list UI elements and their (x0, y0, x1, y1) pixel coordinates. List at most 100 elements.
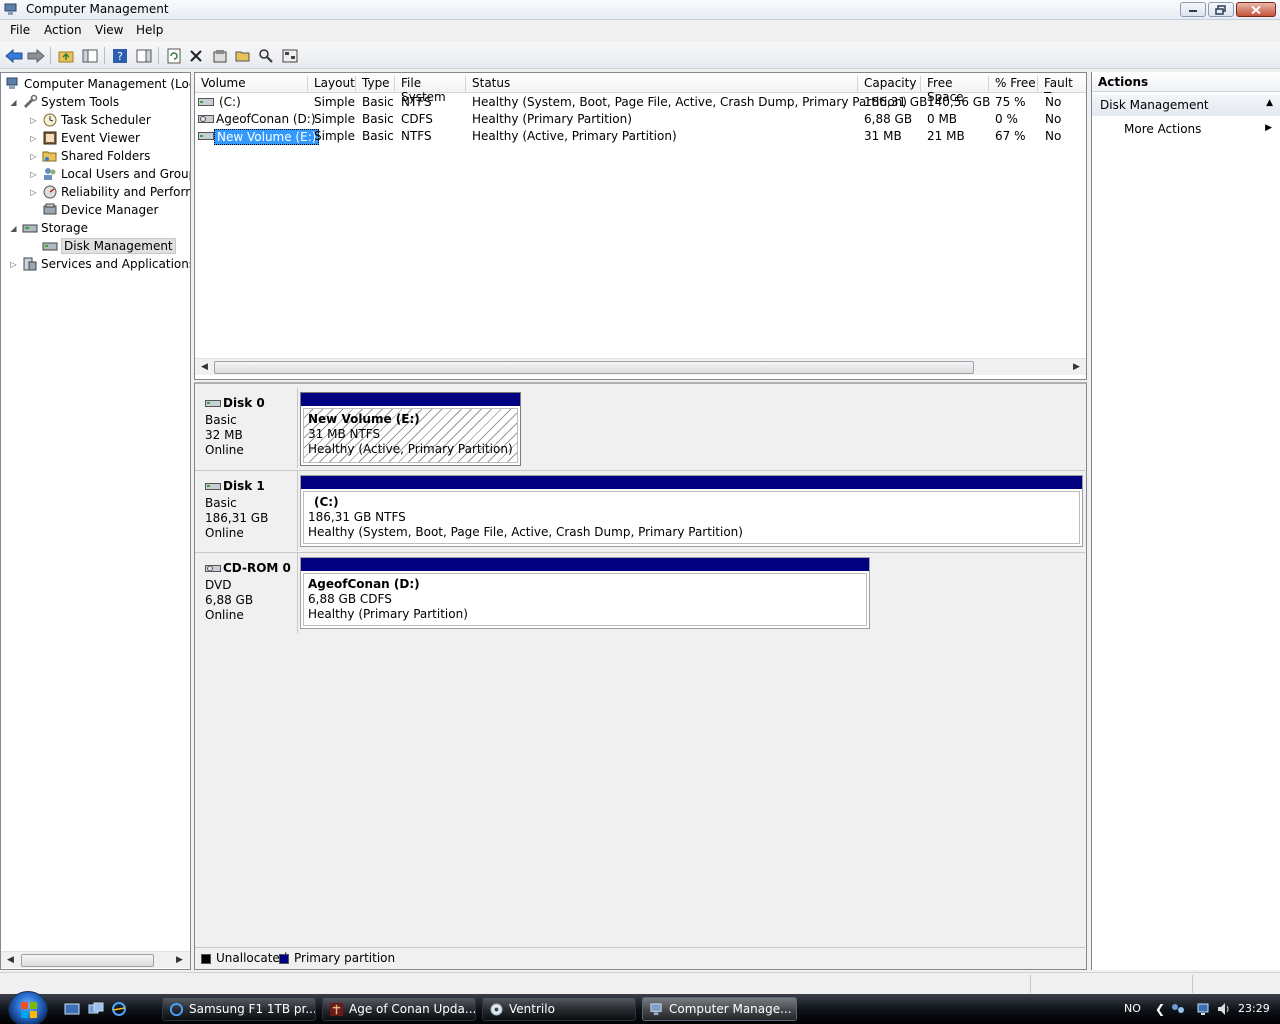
tree-node-root[interactable]: Computer Management (Local (5, 75, 191, 93)
close-button[interactable] (1236, 2, 1276, 17)
scroll-right-arrow-icon[interactable]: ▶ (1073, 362, 1080, 372)
actions-section-disk-management[interactable]: Disk Management ▲ (1092, 94, 1280, 116)
help-button[interactable]: ? (110, 46, 130, 66)
column-header-file-system[interactable]: File System (395, 76, 466, 104)
column-header-percent-free[interactable]: % Free (989, 76, 1038, 93)
tree-node-label: Computer Management (Local (24, 77, 191, 91)
column-header-status[interactable]: Status (466, 76, 858, 93)
expand-arrow-icon[interactable]: ▷ (29, 188, 38, 197)
language-indicator[interactable]: NO (1124, 1002, 1141, 1015)
scroll-right-arrow-icon[interactable]: ▶ (176, 955, 183, 965)
clock[interactable]: 23:29 (1238, 1002, 1270, 1015)
more-actions-link[interactable]: More Actions (1124, 122, 1201, 136)
show-hide-tree-button[interactable] (80, 46, 100, 66)
partition[interactable]: AgeofConan (D:) 6,88 GB CDFS Healthy (Pr… (300, 557, 870, 629)
primary-partition-bar (301, 393, 520, 406)
refresh-button[interactable] (164, 46, 184, 66)
menu-action[interactable]: Action (44, 23, 82, 37)
users-icon (44, 168, 56, 180)
rescan-button[interactable] (256, 46, 276, 66)
cell-capacity: 6,88 GB (864, 112, 913, 126)
settings-button[interactable] (280, 46, 300, 66)
disk-info[interactable]: CD-ROM 0 DVD 6,88 GB Online (195, 553, 298, 633)
minimize-button[interactable] (1180, 2, 1206, 17)
cell-status: Healthy (System, Boot, Page File, Active… (472, 95, 907, 109)
taskbar-button-age-of-conan[interactable]: Age of Conan Upda... (322, 997, 476, 1021)
scroll-left-arrow-icon[interactable]: ◀ (7, 955, 14, 965)
partition-name: AgeofConan (D:) (308, 577, 420, 591)
tree-node-reliability[interactable]: ▷ Reliability and Performa (29, 183, 190, 201)
internet-explorer-icon[interactable] (111, 1001, 127, 1017)
table-row[interactable]: (C:) Simple Basic NTFS Healthy (System, … (195, 94, 1086, 111)
restore-button[interactable] (1208, 2, 1234, 17)
table-row[interactable]: New Volume (E:) Simple Basic NTFS Health… (195, 128, 1086, 145)
tree-horizontal-scrollbar[interactable]: ◀ ▶ (1, 951, 190, 968)
volume-list-horizontal-scrollbar[interactable]: ◀ ▶ (195, 358, 1086, 375)
collapse-arrow-icon[interactable]: ◢ (9, 224, 18, 233)
show-hide-action-pane-button[interactable] (134, 46, 154, 66)
menu-help[interactable]: Help (136, 23, 163, 37)
tree-node-device-manager[interactable]: Device Manager (42, 201, 158, 219)
network-icon[interactable] (1170, 1001, 1186, 1017)
expand-arrow-icon[interactable]: ▷ (29, 134, 38, 143)
tree-node-label: Local Users and Groups (61, 167, 191, 181)
forward-button[interactable] (26, 46, 46, 66)
scrollbar-thumb[interactable] (21, 954, 154, 967)
column-header-capacity[interactable]: Capacity (858, 76, 921, 93)
delete-button[interactable] (186, 46, 206, 66)
cell-layout: Simple (314, 112, 355, 126)
column-header-type[interactable]: Type (356, 76, 395, 93)
back-button[interactable] (4, 46, 24, 66)
disk-name: Disk 0 (223, 396, 265, 410)
scroll-left-arrow-icon[interactable]: ◀ (201, 362, 208, 372)
menu-view[interactable]: View (95, 23, 123, 37)
tree-node-event-viewer[interactable]: ▷ Event Viewer (29, 129, 140, 147)
expand-arrow-icon[interactable]: ▷ (29, 116, 38, 125)
scrollbar-thumb[interactable] (214, 361, 974, 374)
collapse-up-icon[interactable]: ▲ (1266, 98, 1273, 108)
legend: Unallocated Primary partition (195, 947, 1085, 969)
tree-node-disk-management[interactable]: Disk Management (42, 237, 176, 255)
table-row[interactable]: AgeofConan (D:) Simple Basic CDFS Health… (195, 111, 1086, 128)
expand-arrow-icon[interactable]: ▷ (9, 260, 18, 269)
tree-node-task-scheduler[interactable]: ▷ Task Scheduler (29, 111, 150, 129)
open-button[interactable] (233, 46, 253, 66)
collapse-arrow-icon[interactable]: ◢ (9, 98, 18, 107)
disk-management-icon (42, 242, 58, 251)
windows-logo-icon (21, 1002, 37, 1018)
disk-info[interactable]: Disk 1 Basic 186,31 GB Online (195, 471, 298, 551)
disk-info[interactable]: Disk 0 Basic 32 MB Online (195, 388, 298, 468)
tree-node-services[interactable]: ▷ Services and Applications (9, 255, 190, 273)
column-header-volume[interactable]: Volume (195, 76, 308, 93)
volume-icon[interactable] (1216, 1001, 1232, 1017)
column-header-free-space[interactable]: Free Space (921, 76, 989, 104)
console-tree: Computer Management (Local ◢ System Tool… (0, 72, 191, 970)
column-header-layout[interactable]: Layout (308, 76, 356, 93)
show-hidden-icons-icon[interactable]: ❮ (1155, 1002, 1165, 1016)
taskbar-button-computer-management[interactable]: Computer Manage... (642, 997, 797, 1021)
tree-node-shared-folders[interactable]: ▷ Shared Folders (29, 147, 150, 165)
start-button[interactable] (8, 991, 48, 1024)
tree-node-storage[interactable]: ◢ Storage (9, 219, 88, 237)
partition[interactable]: New Volume (E:) 31 MB NTFS Healthy (Acti… (300, 392, 521, 466)
up-one-level-button[interactable] (56, 46, 76, 66)
taskbar-button-label: Computer Manage... (669, 1002, 792, 1016)
expand-arrow-icon[interactable]: ▷ (29, 152, 38, 161)
switch-windows-icon[interactable] (88, 1001, 104, 1017)
properties-button[interactable] (210, 46, 230, 66)
cell-file-system: CDFS (401, 112, 433, 126)
column-header-fault-tolerance[interactable]: Fault To (1038, 76, 1086, 93)
show-desktop-icon[interactable] (64, 1001, 80, 1017)
submenu-arrow-icon[interactable]: ▶ (1265, 123, 1272, 133)
expand-arrow-icon[interactable]: ▷ (29, 170, 38, 179)
volume-list-header: Volume Layout Type File System Status Ca… (195, 73, 1086, 104)
computer-management-icon (6, 77, 18, 89)
actions-pane: Actions Disk Management ▲ More Actions ▶ (1091, 72, 1280, 970)
taskbar-button-samsung[interactable]: Samsung F1 1TB pr... (162, 997, 316, 1021)
tree-node-system-tools[interactable]: ◢ System Tools (9, 93, 119, 111)
partition[interactable]: (C:) 186,31 GB NTFS Healthy (System, Boo… (300, 475, 1083, 547)
taskbar-button-ventrilo[interactable]: Ventrilo (482, 997, 636, 1021)
network-connection-icon[interactable] (1196, 1001, 1212, 1017)
menu-file[interactable]: File (10, 23, 30, 37)
tree-node-local-users[interactable]: ▷ Local Users and Groups (29, 165, 191, 183)
